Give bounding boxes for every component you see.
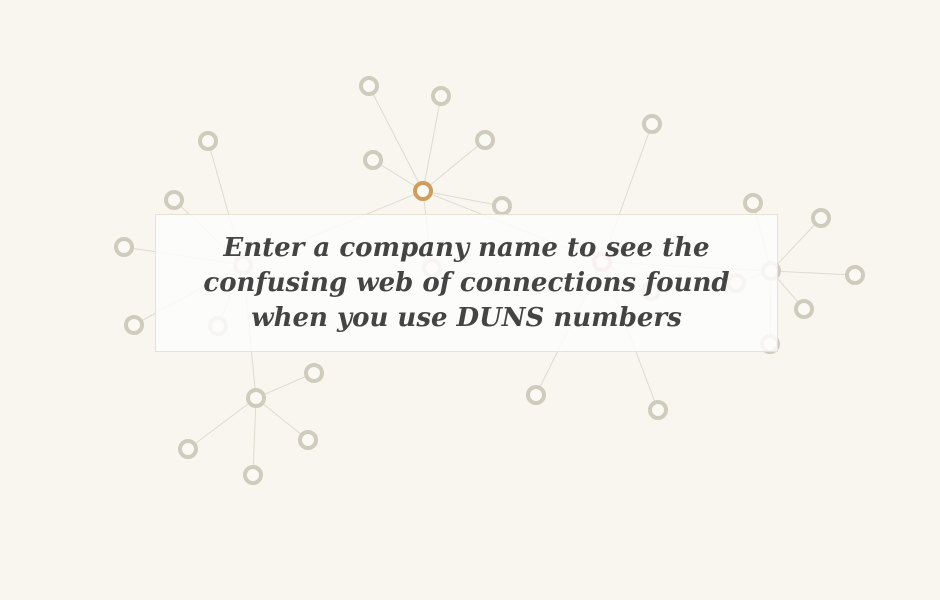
graph-edge: [252, 397, 257, 476]
graph-node[interactable]: [642, 114, 662, 134]
graph-node[interactable]: [794, 299, 814, 319]
graph-node[interactable]: [845, 265, 865, 285]
graph-edge: [187, 397, 257, 450]
graph-edge: [770, 270, 856, 276]
graph-node[interactable]: [363, 150, 383, 170]
graph-edge: [255, 397, 309, 441]
graph-node[interactable]: [743, 193, 763, 213]
graph-node[interactable]: [198, 131, 218, 151]
graph-node[interactable]: [811, 208, 831, 228]
graph-node[interactable]: [124, 315, 144, 335]
graph-node[interactable]: [526, 385, 546, 405]
graph-node[interactable]: [475, 130, 495, 150]
graph-edge: [422, 95, 442, 192]
graph-node[interactable]: [164, 190, 184, 210]
graph-node[interactable]: [178, 439, 198, 459]
graph-node[interactable]: [246, 388, 266, 408]
graph-node[interactable]: [431, 86, 451, 106]
network-canvas: Enter a company name to see the confusin…: [0, 0, 940, 600]
intro-prompt-text: Enter a company name to see the confusin…: [203, 232, 730, 333]
graph-node[interactable]: [304, 363, 324, 383]
graph-edge: [422, 139, 486, 192]
graph-edge: [422, 190, 503, 207]
graph-edge: [368, 85, 424, 192]
graph-node[interactable]: [492, 196, 512, 216]
root-company-node[interactable]: [413, 181, 433, 201]
graph-node[interactable]: [648, 400, 668, 420]
graph-node[interactable]: [298, 430, 318, 450]
graph-node[interactable]: [114, 237, 134, 257]
graph-node[interactable]: [359, 76, 379, 96]
intro-prompt-box: Enter a company name to see the confusin…: [155, 214, 778, 352]
graph-node[interactable]: [243, 465, 263, 485]
graph-edge: [770, 217, 822, 272]
